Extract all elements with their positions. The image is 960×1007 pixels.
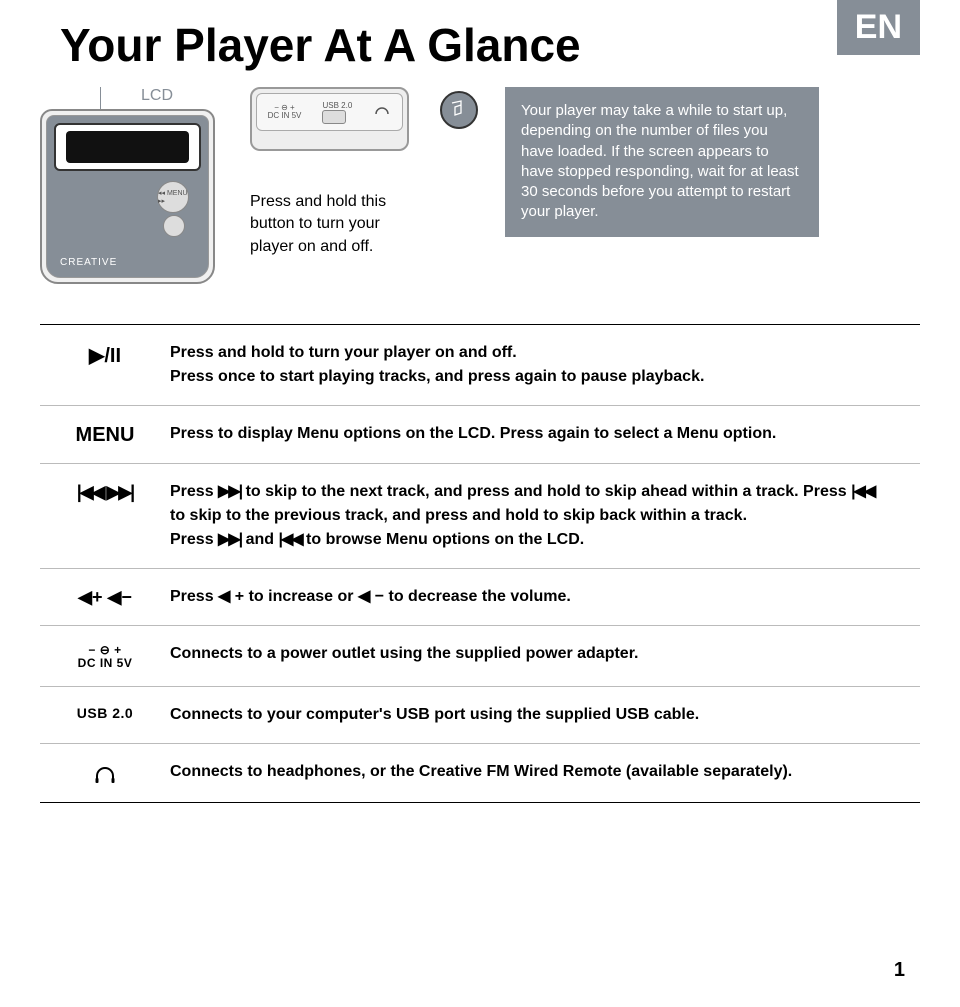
headphone-icon: [40, 760, 170, 786]
menu-description: Press to display Menu options on the LCD…: [170, 422, 920, 447]
device-brand-label: CREATIVE: [60, 257, 117, 268]
dc-in-icon: − ⊖ + DC IN 5V: [40, 642, 170, 670]
skip-description: Press ▶▶| to skip to the next track, and…: [170, 480, 920, 552]
language-badge: EN: [837, 0, 920, 55]
play-pause-description: Press and hold to turn your player on an…: [170, 341, 920, 389]
device-jog-button: ◂◂ MENU ▸▸: [157, 181, 189, 213]
lcd-callout-label: LCD: [100, 87, 181, 109]
usb-description: Connects to your computer's USB port usi…: [170, 703, 920, 727]
volume-icons: ◀+ ◀−: [40, 585, 170, 609]
device-power-button: [163, 215, 185, 237]
controls-table: ▶/II Press and hold to turn your player …: [40, 324, 920, 803]
menu-icon: MENU: [40, 422, 170, 447]
note-icon: [440, 91, 478, 129]
play-pause-icon: ▶/II: [40, 341, 170, 389]
volume-description: Press ◀ + to increase or ◀ − to decrease…: [170, 585, 920, 609]
startup-note-box: Your player may take a while to start up…: [505, 87, 819, 237]
device-top-illustration: − ⊖ + DC IN 5V USB 2.0: [250, 87, 409, 151]
page-title: Your Player At A Glance: [40, 18, 837, 72]
device-front-illustration: ◂◂ MENU ▸▸ CREATIVE: [40, 109, 215, 284]
skip-icons: |◀◀ ▶▶|: [40, 480, 170, 552]
headphone-description: Connects to headphones, or the Creative …: [170, 760, 920, 786]
dc-in-description: Connects to a power outlet using the sup…: [170, 642, 920, 670]
page-number: 1: [894, 959, 905, 982]
press-hold-caption: Press and hold this button to turn your …: [250, 191, 420, 258]
usb-icon: USB 2.0: [40, 703, 170, 727]
